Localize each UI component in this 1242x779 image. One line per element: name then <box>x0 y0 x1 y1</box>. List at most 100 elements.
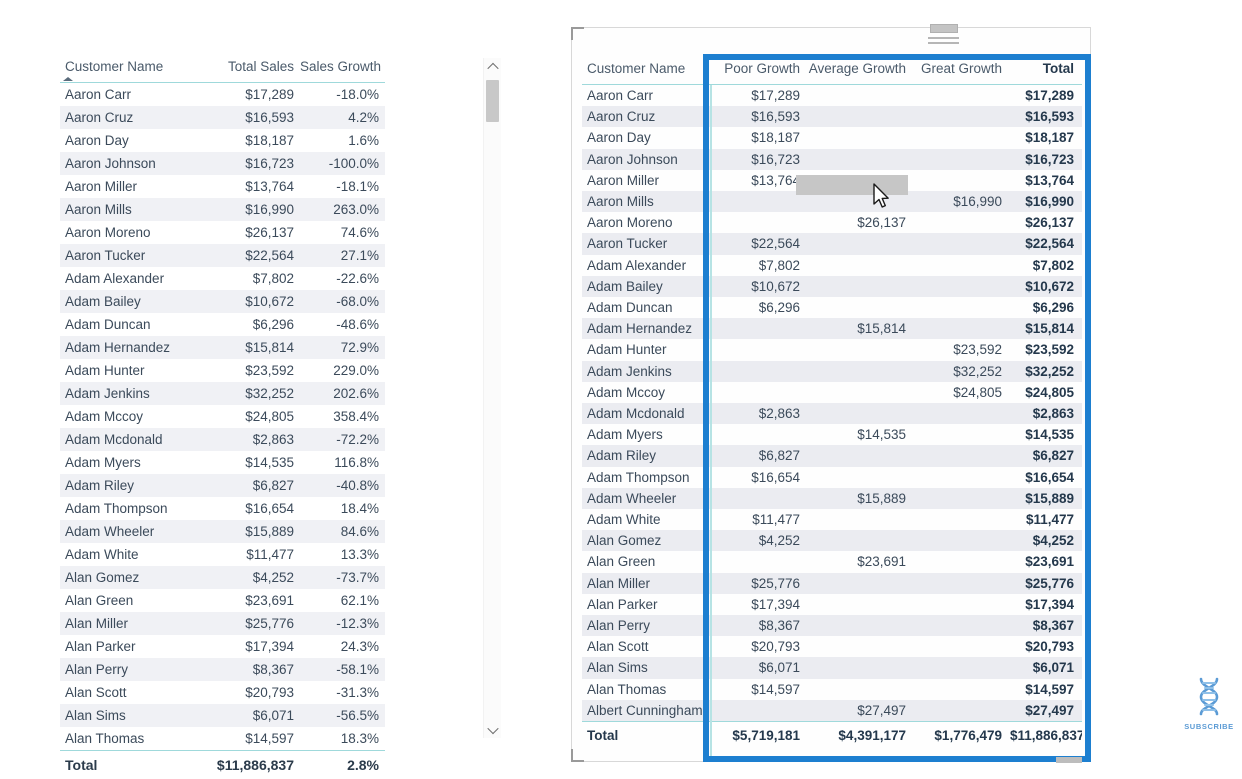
cell-total-sales[interactable]: $25,776 <box>200 612 300 635</box>
table-row[interactable]: Aaron Johnson$16,723$16,723 <box>582 149 1082 170</box>
cell-great[interactable] <box>914 467 1010 488</box>
cell-poor[interactable] <box>712 361 808 382</box>
table-row[interactable]: Adam Hunter$23,592$23,592 <box>582 339 1082 360</box>
cell-total[interactable]: $23,592 <box>1010 339 1082 360</box>
cell-total[interactable]: $11,477 <box>1010 509 1082 530</box>
table-row[interactable]: Alan Miller$25,776$25,776 <box>582 573 1082 594</box>
cell-total-sales[interactable]: $23,592 <box>200 359 300 382</box>
cell-sales-growth[interactable]: 13.3% <box>300 543 385 566</box>
cell-total[interactable]: $18,187 <box>1010 127 1082 148</box>
cell-average[interactable] <box>808 85 914 107</box>
horizontal-scrollbar-thumb[interactable] <box>1056 757 1082 763</box>
cell-sales-growth[interactable]: 4.2% <box>300 106 385 129</box>
cell-sales-growth[interactable]: -18.0% <box>300 83 385 107</box>
table-row[interactable]: Aaron Tucker$22,564$22,564 <box>582 233 1082 254</box>
cell-great[interactable] <box>914 594 1010 615</box>
table-row[interactable]: Alan Green$23,691$23,691 <box>582 551 1082 572</box>
cell-average[interactable] <box>808 106 914 127</box>
column-header-average-growth[interactable]: Average Growth <box>808 54 914 85</box>
cell-total-sales[interactable]: $18,187 <box>200 129 300 152</box>
cell-average[interactable] <box>808 509 914 530</box>
cell-name[interactable]: Adam Hunter <box>582 339 712 360</box>
cell-poor[interactable]: $16,654 <box>712 467 808 488</box>
cell-average[interactable] <box>808 403 914 424</box>
cell-total[interactable]: $25,776 <box>1010 573 1082 594</box>
cell-total-sales[interactable]: $26,137 <box>200 221 300 244</box>
cell-total-sales[interactable]: $22,564 <box>200 244 300 267</box>
cell-total[interactable]: $6,296 <box>1010 297 1082 318</box>
cell-great[interactable] <box>914 700 1010 722</box>
cell-average[interactable] <box>808 530 914 551</box>
cell-total-sales[interactable]: $11,477 <box>200 543 300 566</box>
table-row[interactable]: Adam Thompson$16,654$16,654 <box>582 467 1082 488</box>
cell-poor[interactable]: $17,289 <box>712 85 808 107</box>
cell-poor[interactable]: $7,802 <box>712 255 808 276</box>
table-row[interactable]: Adam Alexander$7,802-22.6% <box>60 267 385 290</box>
cell-total-sales[interactable]: $32,252 <box>200 382 300 405</box>
cell-name[interactable]: Alan Gomez <box>582 530 712 551</box>
cell-total-sales[interactable]: $17,289 <box>200 83 300 107</box>
cell-name[interactable]: Adam Hernandez <box>60 336 200 359</box>
column-header-customer-name[interactable]: Customer Name <box>582 54 712 85</box>
cell-poor[interactable]: $14,597 <box>712 679 808 700</box>
cell-name[interactable]: Adam Myers <box>60 451 200 474</box>
cell-name[interactable]: Adam Bailey <box>582 276 712 297</box>
cell-poor[interactable] <box>712 382 808 403</box>
cell-total-sales[interactable]: $13,764 <box>200 175 300 198</box>
cell-average[interactable] <box>808 636 914 657</box>
cell-total-sales[interactable]: $15,814 <box>200 336 300 359</box>
cell-average[interactable]: $15,889 <box>808 488 914 509</box>
resize-handle-top-left[interactable] <box>571 27 584 40</box>
cell-name[interactable]: Adam Thompson <box>60 497 200 520</box>
cell-total[interactable]: $13,764 <box>1010 170 1082 191</box>
cell-average[interactable] <box>808 255 914 276</box>
cell-sales-growth[interactable]: -68.0% <box>300 290 385 313</box>
cell-sales-growth[interactable]: -73.7% <box>300 566 385 589</box>
cell-name[interactable]: Alan Scott <box>582 636 712 657</box>
cell-name[interactable]: Adam Alexander <box>582 255 712 276</box>
left-matrix-visual[interactable]: Customer Name Total Sales Sales Growth A… <box>60 52 385 779</box>
cell-poor[interactable]: $20,793 <box>712 636 808 657</box>
cell-great[interactable] <box>914 318 1010 339</box>
cell-total-sales[interactable]: $16,593 <box>200 106 300 129</box>
cell-sales-growth[interactable]: -31.3% <box>300 681 385 704</box>
table-row[interactable]: Adam Hernandez$15,814$15,814 <box>582 318 1082 339</box>
table-row[interactable]: Alan Thomas$14,59718.3% <box>60 727 385 751</box>
cell-sales-growth[interactable]: 27.1% <box>300 244 385 267</box>
cell-name[interactable]: Albert Cunningham <box>582 700 712 722</box>
cell-total[interactable]: $10,672 <box>1010 276 1082 297</box>
table-row[interactable]: Aaron Moreno$26,137$26,137 <box>582 212 1082 233</box>
cell-total[interactable]: $6,827 <box>1010 445 1082 466</box>
cell-name[interactable]: Adam Mcdonald <box>582 403 712 424</box>
cell-name[interactable]: Aaron Moreno <box>60 221 200 244</box>
cell-sales-growth[interactable]: 229.0% <box>300 359 385 382</box>
cell-sales-growth[interactable]: -58.1% <box>300 658 385 681</box>
cell-sales-growth[interactable]: -22.6% <box>300 267 385 290</box>
cell-poor[interactable]: $16,593 <box>712 106 808 127</box>
cell-name[interactable]: Adam Jenkins <box>60 382 200 405</box>
cell-average[interactable]: $15,814 <box>808 318 914 339</box>
table-row[interactable]: Adam White$11,477$11,477 <box>582 509 1082 530</box>
cell-great[interactable] <box>914 424 1010 445</box>
cell-total-sales[interactable]: $10,672 <box>200 290 300 313</box>
cell-name[interactable]: Adam Alexander <box>60 267 200 290</box>
cell-great[interactable] <box>914 636 1010 657</box>
table-row[interactable]: Adam Duncan$6,296$6,296 <box>582 297 1082 318</box>
cell-great[interactable] <box>914 551 1010 572</box>
cell-poor[interactable] <box>712 424 808 445</box>
table-row[interactable]: Adam Myers$14,535$14,535 <box>582 424 1082 445</box>
cell-name[interactable]: Aaron Carr <box>582 85 712 107</box>
cell-great[interactable] <box>914 445 1010 466</box>
cell-name[interactable]: Alan Gomez <box>60 566 200 589</box>
cell-average[interactable] <box>808 445 914 466</box>
scroll-up-icon[interactable] <box>484 58 501 75</box>
cell-total[interactable]: $24,805 <box>1010 382 1082 403</box>
cell-name[interactable]: Adam Duncan <box>60 313 200 336</box>
table-row[interactable]: Aaron Moreno$26,13774.6% <box>60 221 385 244</box>
table-row[interactable]: Aaron Mills$16,990263.0% <box>60 198 385 221</box>
cell-name[interactable]: Aaron Miller <box>60 175 200 198</box>
cell-average[interactable] <box>808 679 914 700</box>
cell-total[interactable]: $17,394 <box>1010 594 1082 615</box>
cell-sales-growth[interactable]: -100.0% <box>300 152 385 175</box>
cell-sales-growth[interactable]: -56.5% <box>300 704 385 727</box>
